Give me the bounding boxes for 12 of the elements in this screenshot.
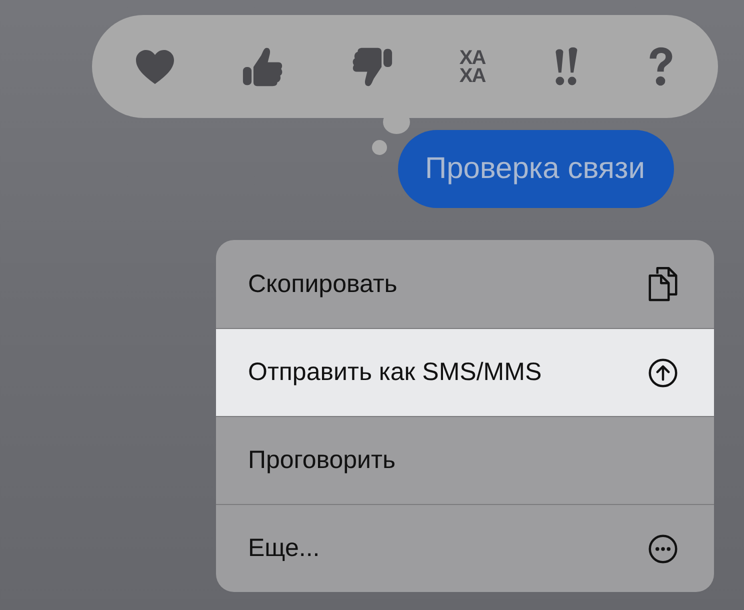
thumbs-up-icon[interactable]: [242, 46, 284, 88]
thumbs-down-icon[interactable]: [350, 46, 393, 88]
more-icon: [648, 534, 678, 564]
copy-icon: [648, 266, 678, 302]
menu-item[interactable]: Отправить как SMS/MMS: [216, 328, 714, 416]
arrow-up-circle-icon: [648, 358, 678, 388]
menu-item[interactable]: Еще...: [216, 504, 714, 592]
haha-reaction[interactable]: ХА ХА: [459, 48, 486, 84]
menu-item[interactable]: Проговорить: [216, 416, 714, 504]
heart-icon[interactable]: [135, 48, 176, 84]
menu-item[interactable]: Скопировать: [216, 240, 714, 328]
bubble-tail-dot: [372, 140, 387, 155]
